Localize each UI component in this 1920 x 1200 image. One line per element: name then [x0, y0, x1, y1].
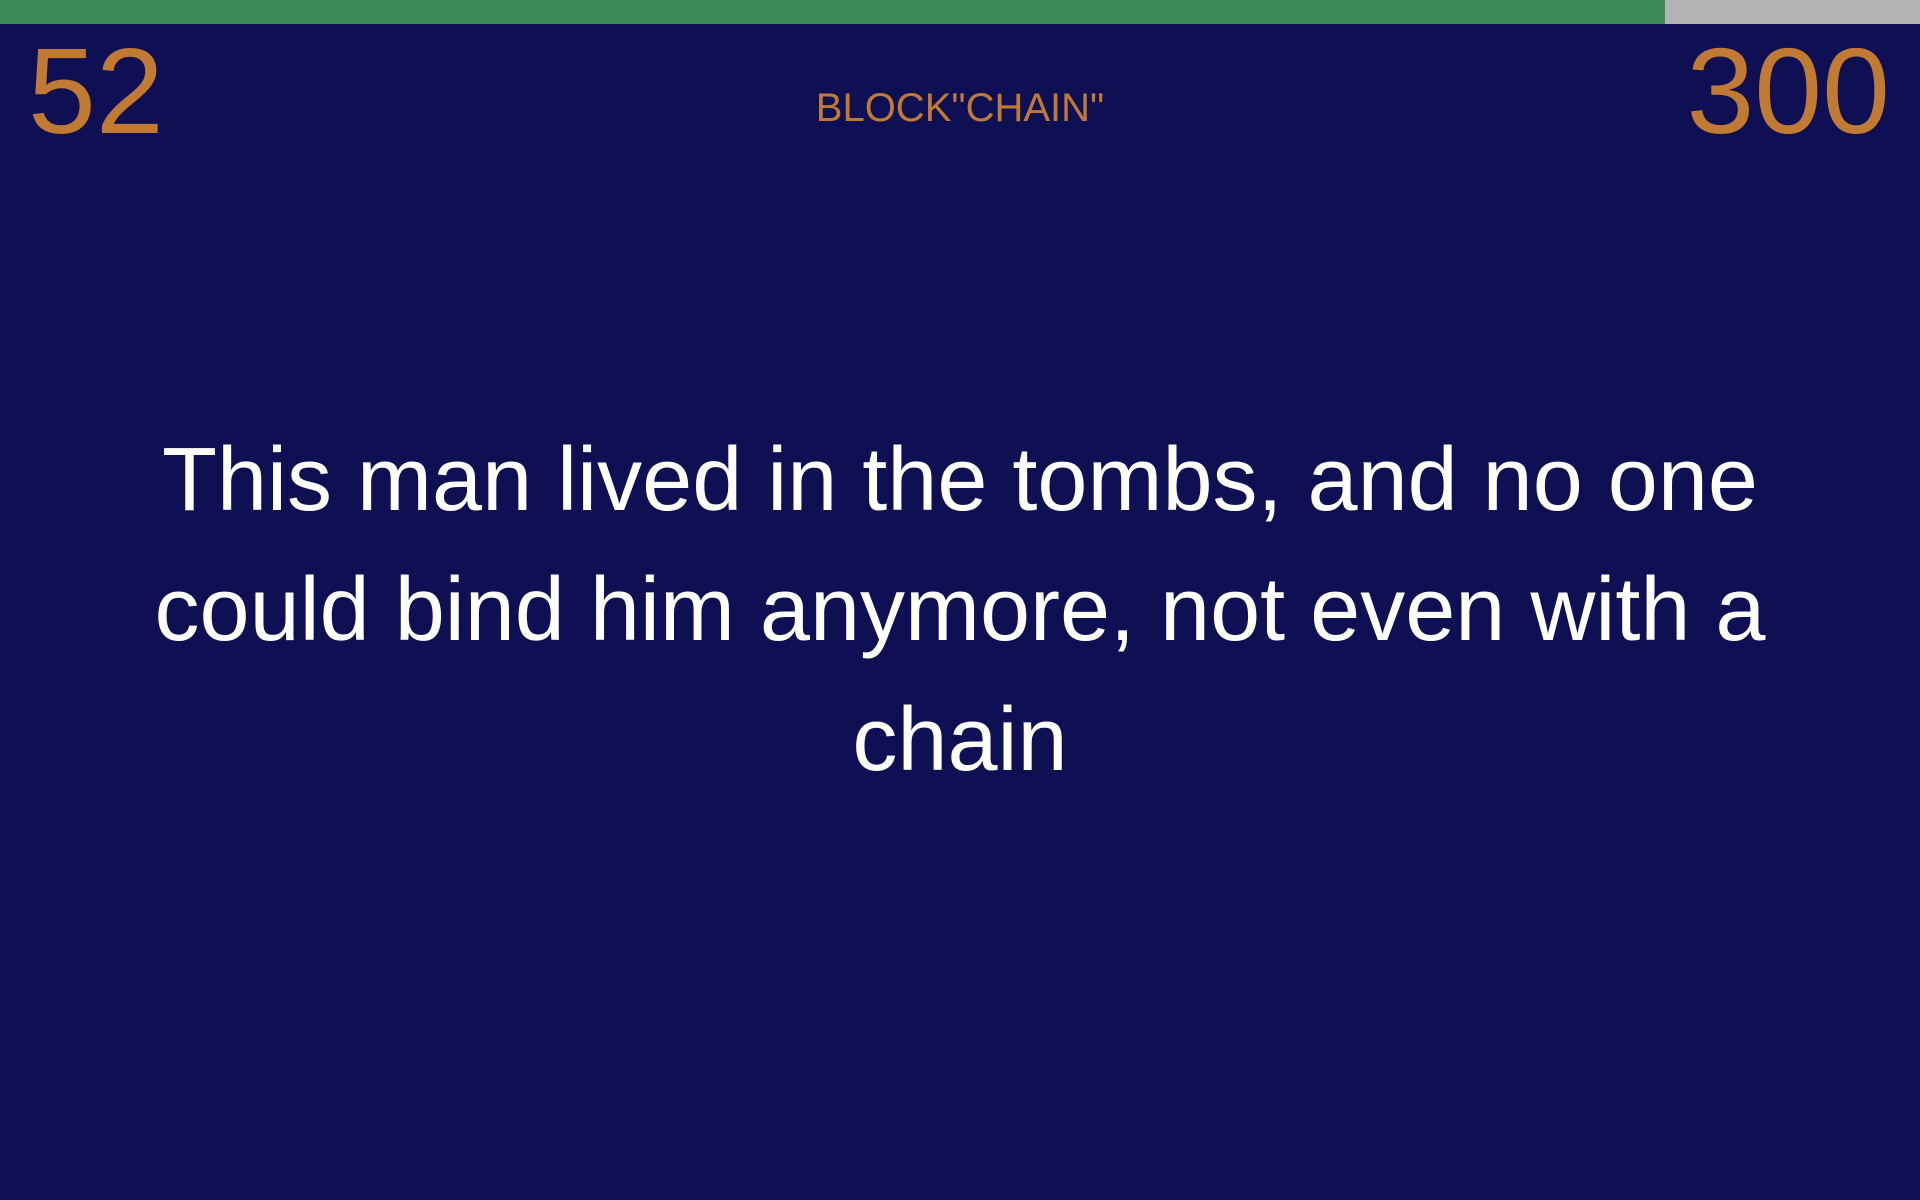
- timer-bar: [0, 0, 1920, 24]
- game-screen: 52 BLOCK"CHAIN" 300 This man lived in th…: [0, 0, 1920, 1200]
- point-value: 300: [1686, 23, 1890, 159]
- category-title: BLOCK"CHAIN": [815, 86, 1105, 130]
- clue-text: This man lived in the tombs, and no one …: [154, 430, 1766, 790]
- timer-bar-fill: [0, 0, 1665, 24]
